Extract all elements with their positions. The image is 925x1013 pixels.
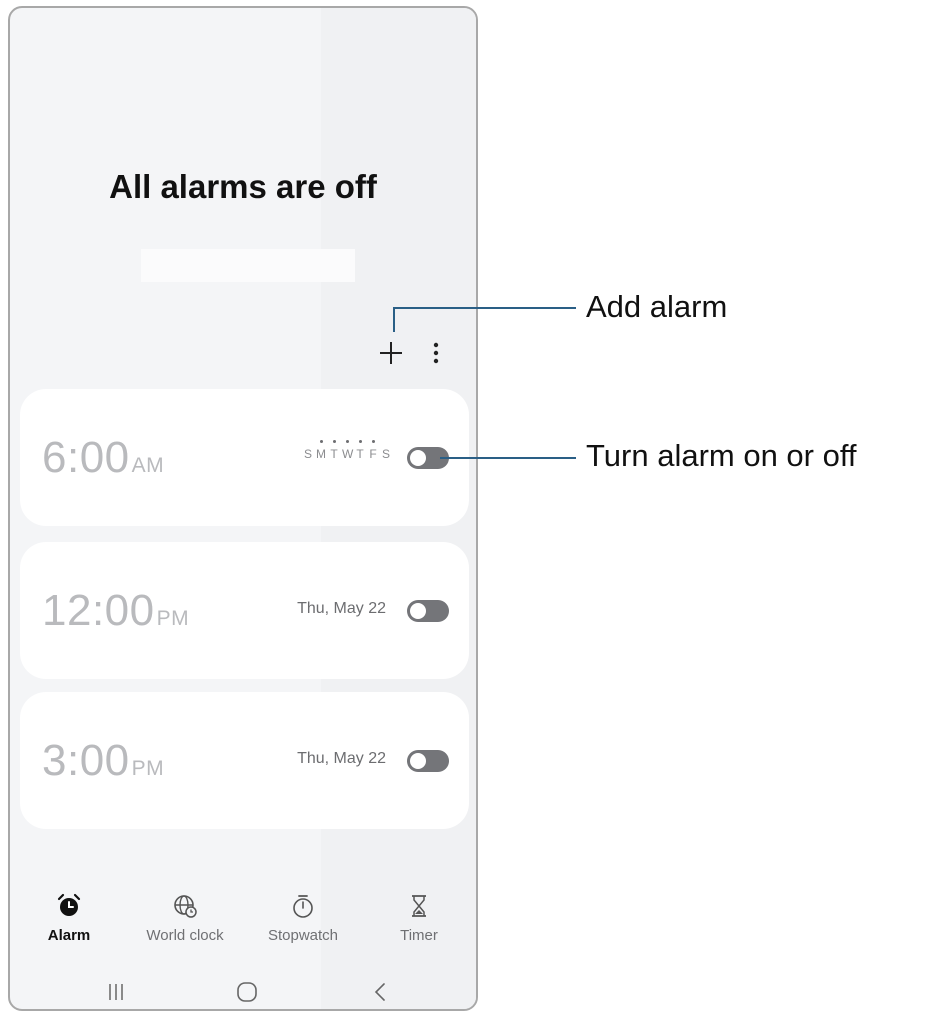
more-options-button[interactable] xyxy=(426,338,446,368)
toggle-callout-line xyxy=(440,457,576,459)
phone-screen: All alarms are off 6:00AM S M T W T F S xyxy=(8,6,478,1011)
plus-icon xyxy=(380,342,402,364)
toggle-knob xyxy=(410,603,426,619)
day-monday: M xyxy=(316,440,326,461)
add-alarm-callout-connector xyxy=(393,307,395,332)
day-tuesday: T xyxy=(329,440,339,461)
alarm-toggle[interactable] xyxy=(407,750,449,772)
alarm-time-value: 3:00 xyxy=(42,736,130,785)
globe-clock-icon xyxy=(174,895,197,918)
add-alarm-button[interactable] xyxy=(376,338,406,368)
subtitle-placeholder xyxy=(141,249,355,282)
alarm-time-value: 12:00 xyxy=(42,586,155,635)
alarm-clock-icon xyxy=(57,893,81,916)
tab-label: Timer xyxy=(400,927,438,944)
tab-alarm[interactable]: Alarm xyxy=(14,893,124,944)
alarm-time: 3:00PM xyxy=(42,736,164,786)
alarm-card[interactable]: 6:00AM S M T W T F S xyxy=(20,389,469,526)
tab-timer[interactable]: Timer xyxy=(364,893,474,944)
back-button[interactable] xyxy=(370,980,390,1009)
recents-icon xyxy=(109,984,123,1000)
repeat-days: S M T W T F S xyxy=(303,440,391,461)
alarm-ampm: AM xyxy=(131,454,165,477)
toggle-callout-label: Turn alarm on or off xyxy=(586,438,857,473)
tab-label: Alarm xyxy=(47,927,91,944)
tab-stopwatch[interactable]: Stopwatch xyxy=(248,893,358,944)
stopwatch-icon xyxy=(293,895,313,918)
alarm-time: 12:00PM xyxy=(42,586,189,636)
tab-world-clock[interactable]: World clock xyxy=(130,893,240,944)
more-vertical-icon xyxy=(433,342,439,364)
bottom-tab-bar: Alarm World clock Stopwatch Timer xyxy=(10,893,476,953)
page-title: All alarms are off xyxy=(109,168,377,205)
alarm-ampm: PM xyxy=(131,757,165,780)
alarm-ampm: PM xyxy=(156,607,190,630)
alarm-toggle[interactable] xyxy=(407,600,449,622)
tab-label: World clock xyxy=(146,927,224,944)
alarm-time: 6:00AM xyxy=(42,433,164,483)
toggle-knob xyxy=(410,753,426,769)
day-saturday: S xyxy=(381,447,390,461)
back-icon xyxy=(374,983,385,1001)
hourglass-icon xyxy=(412,895,426,917)
alarm-card[interactable]: 12:00PM Thu, May 22 xyxy=(20,542,469,679)
day-friday: F xyxy=(368,440,378,461)
home-icon xyxy=(237,982,257,1002)
tab-label: Stopwatch xyxy=(267,927,339,944)
day-wednesday: W xyxy=(342,440,353,461)
add-alarm-callout-label: Add alarm xyxy=(586,289,728,324)
toggle-knob xyxy=(410,450,426,466)
alarm-time-value: 6:00 xyxy=(42,433,130,482)
alarm-card[interactable]: 3:00PM Thu, May 22 xyxy=(20,692,469,829)
home-button[interactable] xyxy=(235,980,259,1009)
add-alarm-callout-line xyxy=(393,307,576,309)
day-thursday: T xyxy=(355,440,365,461)
recents-button[interactable] xyxy=(106,980,126,1009)
alarm-date: Thu, May 22 xyxy=(297,600,386,617)
alarm-date: Thu, May 22 xyxy=(297,750,386,767)
system-nav-bar xyxy=(10,976,476,1009)
day-sunday: S xyxy=(303,447,312,461)
